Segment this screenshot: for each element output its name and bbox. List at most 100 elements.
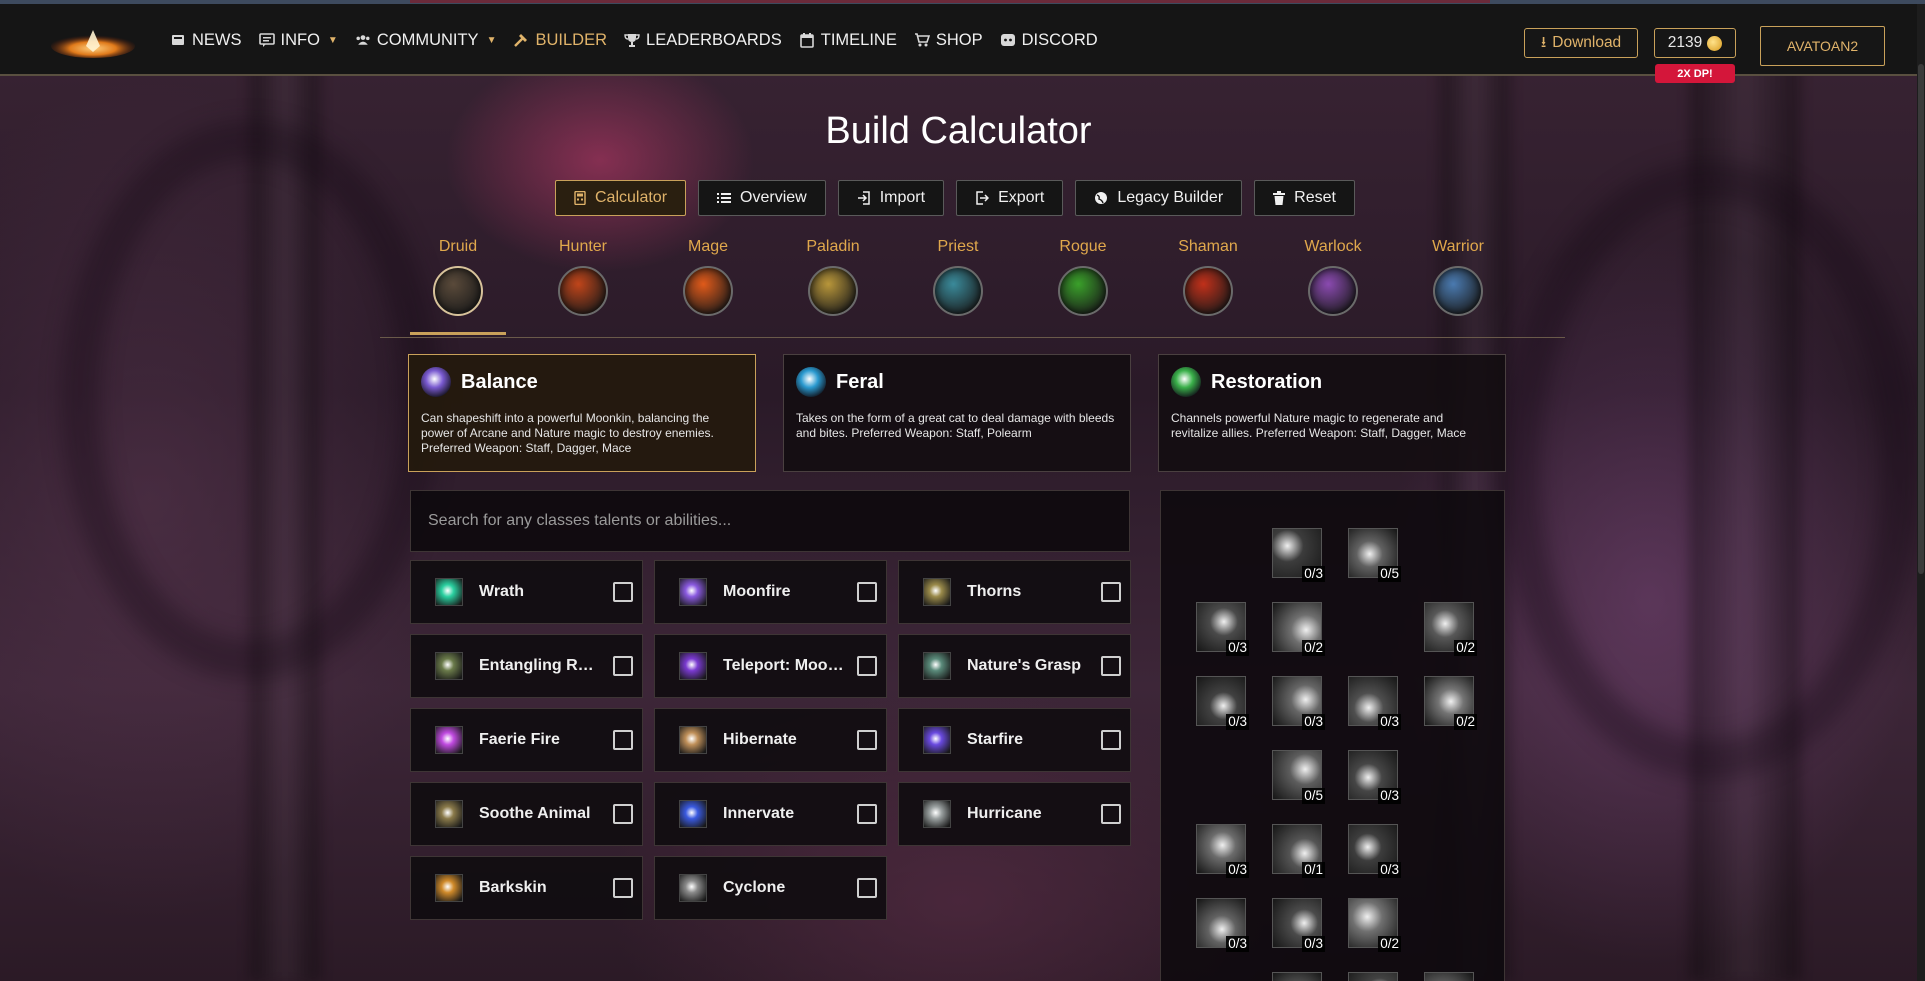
ability-name: Teleport: Moonglade bbox=[723, 657, 847, 674]
talent-node[interactable]: 0/2 bbox=[1272, 602, 1325, 656]
export-button[interactable]: Export bbox=[956, 180, 1064, 216]
ability-checkbox[interactable] bbox=[857, 730, 877, 750]
talent-node[interactable]: 0/1 bbox=[1272, 824, 1325, 878]
talent-node[interactable]: 0/2 bbox=[1424, 676, 1477, 730]
nav-item-shop[interactable]: SHOP bbox=[914, 31, 983, 50]
nav-item-discord[interactable]: DISCORD bbox=[1000, 31, 1098, 50]
ability-checkbox[interactable] bbox=[1101, 804, 1121, 824]
spec-card-restoration[interactable]: Restoration Channels powerful Nature magi… bbox=[1158, 354, 1506, 472]
nav-item-timeline[interactable]: TIMELINE bbox=[799, 31, 897, 50]
reset-button[interactable]: Reset bbox=[1254, 180, 1355, 216]
site-logo[interactable] bbox=[50, 22, 136, 62]
nav-item-label: BUILDER bbox=[535, 30, 608, 49]
ability-checkbox[interactable] bbox=[1101, 730, 1121, 750]
page-scrollbar[interactable] bbox=[1917, 4, 1925, 981]
class-tab-mage[interactable]: Mage bbox=[660, 238, 756, 316]
ability-checkbox[interactable] bbox=[857, 804, 877, 824]
class-tab-rogue[interactable]: Rogue bbox=[1035, 238, 1131, 316]
ability-checkbox[interactable] bbox=[857, 582, 877, 602]
ability-checkbox[interactable] bbox=[613, 656, 633, 676]
ability-search-input[interactable]: Search for any classes talents or abilit… bbox=[410, 490, 1130, 552]
nav-item-leaderboards[interactable]: LEADERBOARDS bbox=[624, 31, 782, 50]
ability-checkbox[interactable] bbox=[857, 656, 877, 676]
nav-item-builder[interactable]: BUILDER bbox=[513, 31, 607, 50]
spec-card-feral[interactable]: Feral Takes on the form of a great cat to… bbox=[783, 354, 1131, 472]
talent-node[interactable]: 0/5 bbox=[1348, 528, 1401, 582]
ability-item[interactable]: Thorns bbox=[898, 560, 1131, 624]
mage-class-icon bbox=[683, 266, 733, 316]
ability-item[interactable]: Hibernate bbox=[654, 708, 887, 772]
action-label: Reset bbox=[1294, 189, 1336, 206]
overview-button[interactable]: Overview bbox=[698, 180, 826, 216]
hammer-icon bbox=[513, 32, 529, 48]
spec-card-balance[interactable]: Balance Can shapeshift into a powerful Mo… bbox=[408, 354, 756, 472]
ability-item[interactable]: Soothe Animal bbox=[410, 782, 643, 846]
nav-item-community[interactable]: COMMUNITY ▼ bbox=[355, 31, 496, 50]
legacy-builder-button[interactable]: Legacy Builder bbox=[1075, 180, 1243, 216]
spec-title: Restoration bbox=[1211, 370, 1323, 393]
ability-checkbox[interactable] bbox=[613, 804, 633, 824]
class-divider bbox=[380, 337, 1565, 338]
ability-item[interactable]: Barkskin bbox=[410, 856, 643, 920]
class-tab-paladin[interactable]: Paladin bbox=[785, 238, 881, 316]
class-tab-druid[interactable]: Druid bbox=[410, 238, 506, 335]
ability-item[interactable]: Nature's Grasp bbox=[898, 634, 1131, 698]
talent-node[interactable]: 0/3 bbox=[1272, 528, 1325, 582]
rogue-class-icon bbox=[1058, 266, 1108, 316]
talent-node[interactable] bbox=[1272, 972, 1322, 981]
action-label: Import bbox=[879, 189, 926, 206]
class-tab-shaman[interactable]: Shaman bbox=[1160, 238, 1256, 316]
nav-item-label: NEWS bbox=[192, 30, 242, 49]
talent-node[interactable]: 0/3 bbox=[1272, 676, 1325, 730]
ability-item[interactable]: Faerie Fire bbox=[410, 708, 643, 772]
ability-item[interactable]: Teleport: Moonglade bbox=[654, 634, 887, 698]
ability-name: Hurricane bbox=[967, 805, 1042, 822]
talent-node[interactable]: 0/3 bbox=[1348, 676, 1401, 730]
ability-item[interactable]: Moonfire bbox=[654, 560, 887, 624]
ability-item[interactable]: Entangling Roots bbox=[410, 634, 643, 698]
nav-item-news[interactable]: NEWS bbox=[170, 31, 242, 50]
ability-checkbox[interactable] bbox=[857, 878, 877, 898]
ability-checkbox[interactable] bbox=[1101, 582, 1121, 602]
ability-item[interactable]: Cyclone bbox=[654, 856, 887, 920]
class-name: Warlock bbox=[1304, 238, 1362, 255]
talent-node[interactable]: 0/3 bbox=[1196, 824, 1249, 878]
ability-checkbox[interactable] bbox=[613, 730, 633, 750]
class-tab-hunter[interactable]: Hunter bbox=[535, 238, 631, 316]
talent-rank: 0/2 bbox=[1454, 714, 1477, 730]
ability-item[interactable]: Innervate bbox=[654, 782, 887, 846]
user-account-button[interactable]: AVATOAN2 bbox=[1760, 26, 1885, 66]
spec-description: Can shapeshift into a powerful Moonkin, … bbox=[421, 411, 714, 455]
talent-node[interactable]: 0/3 bbox=[1348, 824, 1401, 878]
talent-node[interactable]: 0/3 bbox=[1348, 750, 1401, 804]
class-tab-warlock[interactable]: Warlock bbox=[1285, 238, 1381, 316]
ability-icon bbox=[679, 800, 707, 828]
calculator-button[interactable]: Calculator bbox=[555, 180, 687, 216]
talent-node[interactable]: 0/3 bbox=[1272, 898, 1325, 952]
import-button[interactable]: Import bbox=[837, 180, 945, 216]
talent-node[interactable]: 0/2 bbox=[1424, 602, 1477, 656]
ability-checkbox[interactable] bbox=[613, 878, 633, 898]
download-button[interactable]: ⭳ Download bbox=[1524, 28, 1638, 58]
talent-node[interactable] bbox=[1348, 972, 1398, 981]
class-tab-priest[interactable]: Priest bbox=[910, 238, 1006, 316]
ability-item[interactable]: Wrath bbox=[410, 560, 643, 624]
ability-checkbox[interactable] bbox=[613, 582, 633, 602]
ability-item[interactable]: Hurricane bbox=[898, 782, 1131, 846]
globe-icon bbox=[1094, 191, 1108, 205]
talent-node[interactable]: 0/3 bbox=[1196, 602, 1249, 656]
dp-balance[interactable]: 2139 bbox=[1654, 28, 1736, 58]
ability-checkbox[interactable] bbox=[1101, 656, 1121, 676]
class-tab-warrior[interactable]: Warrior bbox=[1410, 238, 1506, 316]
talent-node[interactable] bbox=[1424, 972, 1474, 981]
scrollbar-thumb[interactable] bbox=[1918, 64, 1924, 574]
class-name: Rogue bbox=[1059, 238, 1107, 255]
talent-node[interactable]: 0/2 bbox=[1348, 898, 1401, 952]
ability-item[interactable]: Starfire bbox=[898, 708, 1131, 772]
talent-node[interactable]: 0/3 bbox=[1196, 898, 1249, 952]
news-icon bbox=[170, 32, 186, 48]
nav-item-info[interactable]: INFO ▼ bbox=[258, 31, 338, 50]
talent-node[interactable]: 0/5 bbox=[1272, 750, 1325, 804]
druid-class-icon bbox=[433, 266, 483, 316]
talent-node[interactable]: 0/3 bbox=[1196, 676, 1249, 730]
